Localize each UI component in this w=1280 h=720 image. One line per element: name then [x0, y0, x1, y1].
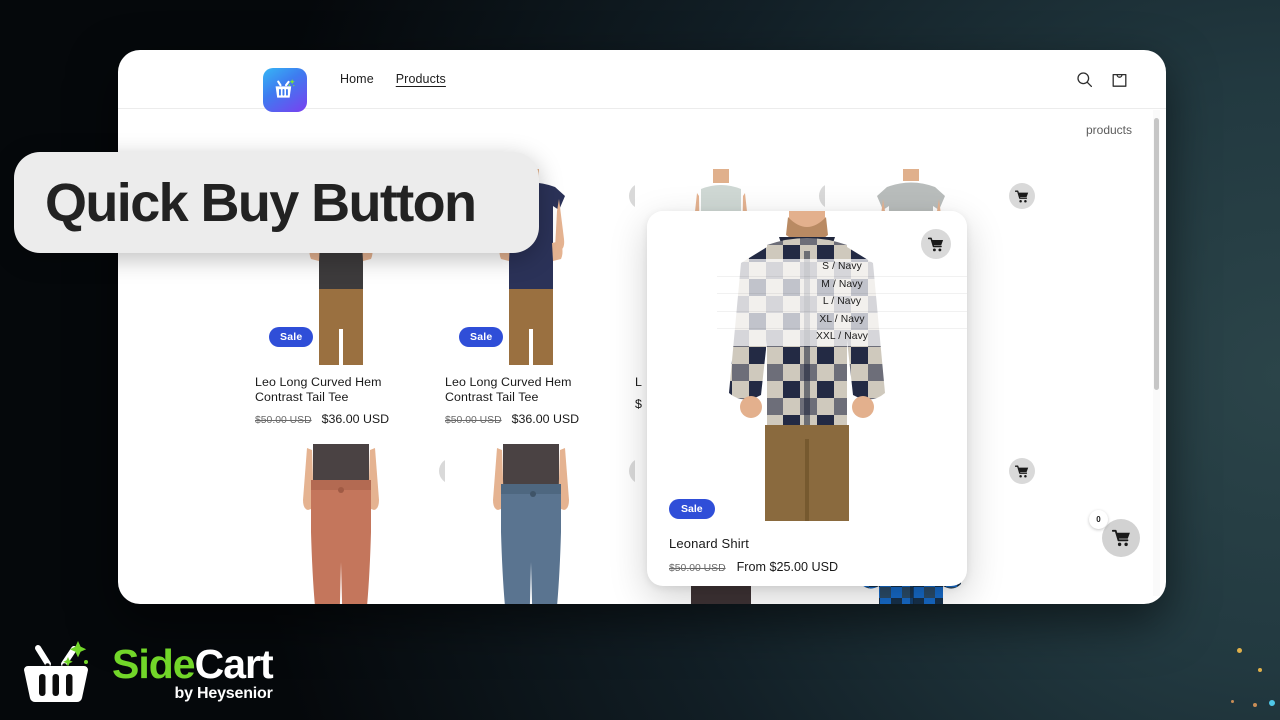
scrollbar-thumb[interactable] [1154, 118, 1159, 390]
price-original: $50.00 USD [445, 415, 502, 426]
header-actions [1076, 50, 1128, 108]
floating-cart-button[interactable]: 0 [1089, 510, 1140, 557]
browser-window: Home Products products Sale Leo Long Cur… [118, 50, 1166, 604]
main-nav: Home Products [340, 50, 446, 108]
price-current: $36.00 USD [511, 412, 580, 426]
shopping-basket-sparkle-icon[interactable] [263, 68, 307, 112]
sale-badge: Sale [459, 327, 504, 347]
featured-product-image[interactable] [647, 211, 967, 521]
background-stage: Home Products products Sale Leo Long Cur… [0, 0, 1280, 720]
site-header: Home Products [118, 50, 1166, 112]
cart-count-badge: 0 [1089, 510, 1108, 529]
product-price: $50.00 USD $36.00 USD [445, 412, 617, 426]
price-original: $ [635, 397, 642, 411]
shopping-basket-sparkle-icon [24, 640, 98, 704]
price-original: $50.00 USD [669, 563, 726, 574]
shopping-bag-icon[interactable] [1111, 70, 1128, 88]
quick-buy-button[interactable] [1009, 183, 1035, 209]
featured-product-card[interactable]: S / Navy M / Navy L / Navy XL / Navy XXL / N… [647, 211, 967, 586]
decorative-dot [1253, 703, 1257, 707]
product-title: Leo Long Curved Hem Contrast Tail Tee [255, 375, 382, 404]
variant-option[interactable]: XXL / Navy [717, 329, 967, 346]
quick-buy-button[interactable] [921, 229, 951, 259]
product-title: Leonard Shirt [669, 536, 750, 551]
variant-options-list[interactable]: S / Navy M / Navy L / Navy XL / Navy XXL / N… [717, 259, 967, 346]
variant-option[interactable]: L / Navy [717, 294, 967, 312]
decorative-dot [1237, 648, 1242, 653]
brand-name-part-one: Side [112, 640, 196, 687]
variant-option[interactable]: S / Navy [717, 259, 967, 277]
footer-tagline: by Heysenior [174, 684, 273, 702]
collection-count-label: products [1085, 123, 1132, 137]
decorative-dot [1258, 668, 1262, 672]
callout-banner: Quick Buy Button [14, 152, 539, 253]
price-original: $50.00 USD [255, 415, 312, 426]
sale-badge: Sale [669, 499, 715, 519]
product-card[interactable] [255, 444, 465, 604]
footer-wordmark: SideCart by Heysenior [112, 640, 274, 703]
variant-option[interactable]: XL / Navy [717, 312, 967, 329]
product-price: $50.00 USD From $25.00 USD [669, 560, 838, 574]
nav-link-home[interactable]: Home [340, 72, 374, 86]
decorative-dot [1269, 700, 1275, 706]
product-price: $50.00 USD $36.00 USD [255, 412, 427, 426]
brand-name-part-two: Cart [194, 640, 274, 687]
footer-brand-name: SideCart [112, 640, 274, 687]
variant-option[interactable]: M / Navy [717, 277, 967, 294]
decorative-dot [1231, 700, 1234, 703]
product-image[interactable] [255, 444, 427, 604]
sale-badge: Sale [269, 327, 314, 347]
price-current: From $25.00 USD [736, 560, 839, 574]
product-card[interactable] [445, 444, 655, 604]
footer-brand: SideCart by Heysenior [24, 640, 274, 704]
callout-title: Quick Buy Button [45, 172, 477, 233]
price-current: $36.00 USD [321, 412, 390, 426]
scrollbar[interactable] [1153, 110, 1160, 596]
product-title: Leo Long Curved Hem Contrast Tail Tee [445, 375, 572, 404]
quick-buy-button[interactable] [1009, 458, 1035, 484]
search-icon[interactable] [1076, 71, 1093, 88]
nav-link-products[interactable]: Products [396, 72, 446, 86]
product-image[interactable] [445, 444, 617, 604]
